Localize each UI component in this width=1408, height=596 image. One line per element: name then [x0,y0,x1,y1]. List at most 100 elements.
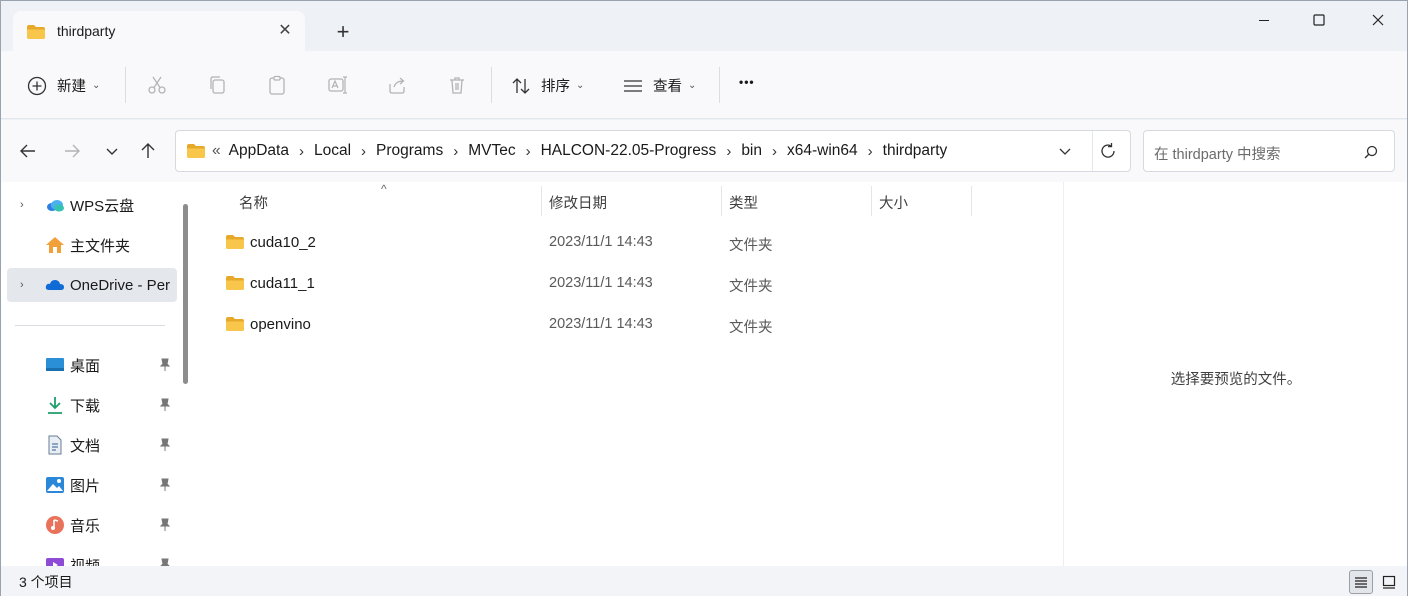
tiles-view-icon [1382,575,1396,589]
sort-icon [512,77,530,94]
rename-button[interactable] [327,75,347,95]
breadcrumb-separator: › [772,142,777,160]
recent-locations-button[interactable] [99,138,125,164]
file-type: 文件夹 [729,279,773,295]
sort-button[interactable]: 排序 ⌄ [511,75,584,96]
paste-icon [269,75,285,95]
cut-button[interactable] [147,75,167,95]
nav-item-music[interactable]: 音乐 [7,508,177,542]
nav-item-videos[interactable]: 视频 [7,548,177,566]
file-explorer-window: thirdparty ✕ + 新建 ⌄ 排序 ⌄ 查看 ⌄ ••• « AppD… [0,0,1408,596]
nav-item-pictures[interactable]: 图片 [7,468,177,502]
column-divider[interactable] [871,186,872,216]
more-options-button[interactable]: ••• [739,75,755,89]
column-divider[interactable] [541,186,542,216]
breadcrumb-overflow[interactable]: « [212,142,221,160]
share-button[interactable] [387,75,407,95]
nav-item-onedrive[interactable]: › OneDrive - Per [7,268,177,302]
breadcrumb-bin[interactable]: bin [741,142,762,160]
toolbar-divider [719,67,720,103]
toolbar-divider [125,67,126,103]
breadcrumb-x64-win64[interactable]: x64-win64 [787,142,858,160]
file-list: ^ 名称 修改日期 类型 大小 cuda10_2 2023/11/1 14:43… [197,182,1063,566]
pin-icon[interactable] [159,558,171,566]
new-tab-button[interactable]: + [329,19,357,47]
column-header-modified[interactable]: 修改日期 [549,192,607,213]
column-header-size[interactable]: 大小 [879,192,908,213]
file-type: 文件夹 [729,320,773,336]
copy-button[interactable] [207,75,227,95]
tab-close-button[interactable]: ✕ [275,21,295,41]
pin-icon[interactable] [159,478,171,492]
pin-icon[interactable] [159,358,171,372]
pin-icon[interactable] [159,398,171,412]
details-view-button[interactable] [1349,570,1373,594]
minimize-button[interactable] [1237,3,1291,37]
file-name: openvino [250,316,311,333]
onedrive-icon [45,280,64,290]
nav-item-home[interactable]: 主文件夹 [7,228,177,262]
file-modified: 2023/11/1 14:43 [549,275,653,291]
column-divider[interactable] [721,186,722,216]
pin-icon[interactable] [159,518,171,532]
breadcrumb-programs[interactable]: Programs [376,142,443,160]
chevron-right-icon[interactable]: › [20,279,24,291]
navigation-pane: › WPS云盘 主文件夹 › OneDrive - Per 桌面 下载 文档 图… [1,182,197,566]
file-row[interactable]: cuda10_2 2023/11/1 14:43 文件夹 [217,225,1057,261]
search-box[interactable]: 在 thirdparty 中搜索 [1143,130,1395,172]
breadcrumb-separator: › [298,142,304,160]
chevron-right-icon[interactable]: › [20,199,24,211]
refresh-icon[interactable] [1099,142,1117,160]
breadcrumb-separator: › [867,142,873,160]
forward-button[interactable] [59,138,85,164]
close-window-button[interactable] [1351,3,1405,37]
delete-button[interactable] [447,75,467,95]
nav-item-documents[interactable]: 文档 [7,428,177,462]
maximize-button[interactable] [1292,3,1346,37]
nav-label: OneDrive - Per [70,276,171,294]
file-row[interactable]: openvino 2023/11/1 14:43 文件夹 [217,307,1057,343]
file-row[interactable]: cuda11_1 2023/11/1 14:43 文件夹 [217,266,1057,302]
address-row: « AppData › Local › Programs › MVTec › H… [1,120,1407,182]
breadcrumb-thirdparty[interactable]: thirdparty [883,142,948,160]
column-header-type[interactable]: 类型 [729,192,758,213]
file-modified: 2023/11/1 14:43 [549,234,653,250]
nav-divider [15,325,165,326]
wps-cloud-icon [47,200,64,212]
details-view-icon [1355,577,1367,588]
address-history-chevron-icon[interactable] [1058,144,1072,158]
download-icon [48,397,62,414]
back-button[interactable] [15,138,41,164]
nav-label: 主文件夹 [70,237,131,255]
breadcrumb-local[interactable]: Local [314,142,351,160]
nav-label: 音乐 [70,517,101,535]
up-button[interactable] [135,138,161,164]
nav-item-downloads[interactable]: 下载 [7,388,177,422]
toolbar-divider [491,67,492,103]
nav-scrollbar[interactable] [183,204,188,384]
column-header-name[interactable]: 名称 [239,192,268,213]
paste-button[interactable] [267,75,287,95]
tab-thirdparty[interactable]: thirdparty ✕ [13,11,305,51]
address-bar[interactable]: « AppData › Local › Programs › MVTec › H… [175,130,1131,172]
chevron-down-icon: ⌄ [576,80,585,91]
breadcrumb-halcon[interactable]: HALCON-22.05-Progress [541,142,717,160]
new-button[interactable]: 新建 ⌄ [27,75,100,96]
search-icon[interactable] [1364,145,1378,159]
nav-label: 文档 [70,437,101,455]
breadcrumb-mvtec[interactable]: MVTec [468,142,515,160]
arrow-up-icon [141,143,155,158]
column-divider[interactable] [971,186,972,216]
breadcrumb-separator: › [525,142,531,160]
pin-icon[interactable] [159,438,171,452]
chevron-down-icon: ⌄ [688,80,697,91]
folder-icon [226,317,244,331]
view-list-icon [624,79,642,92]
nav-item-wps-cloud[interactable]: › WPS云盘 [7,188,177,222]
breadcrumb-appdata[interactable]: AppData [229,142,289,160]
large-icons-view-button[interactable] [1377,570,1401,594]
address-divider [1092,131,1093,171]
nav-item-desktop[interactable]: 桌面 [7,348,177,382]
breadcrumb-separator: › [453,142,459,160]
view-button[interactable]: 查看 ⌄ [623,75,696,96]
